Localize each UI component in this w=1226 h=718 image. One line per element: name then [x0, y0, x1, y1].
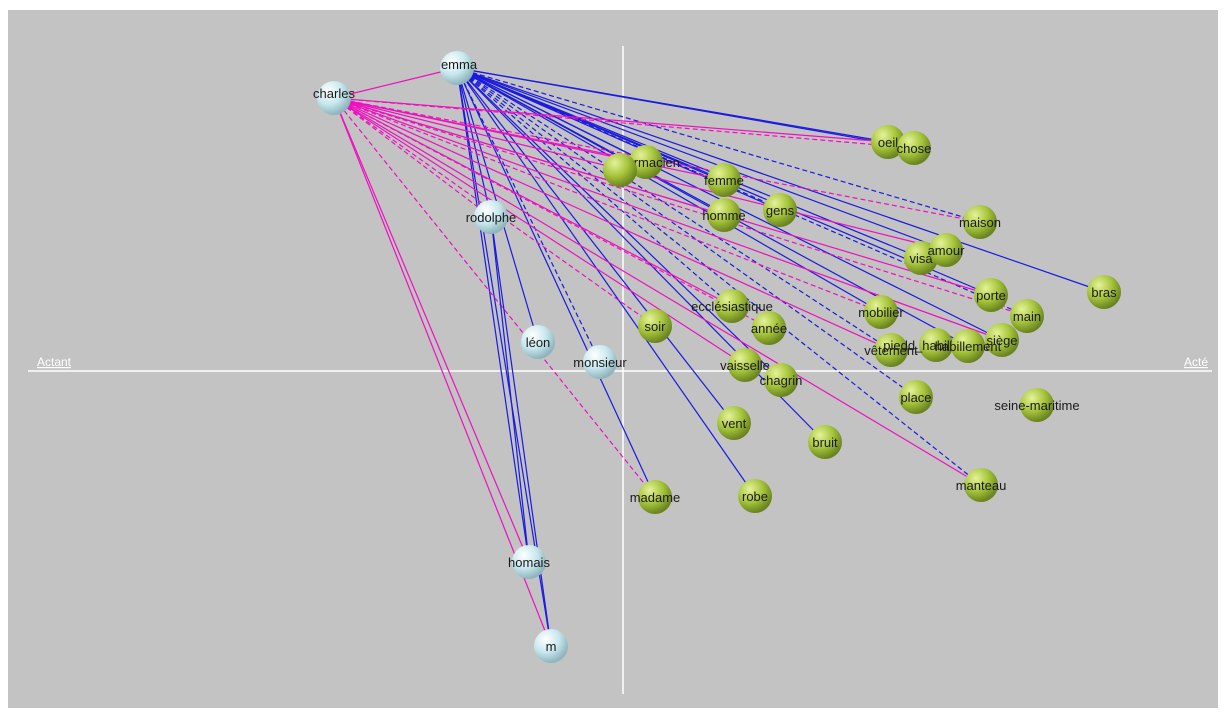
node-label: gens: [766, 203, 795, 218]
node-sphere[interactable]: [603, 153, 637, 187]
node-label: oeil: [878, 135, 898, 150]
acte-node-vent[interactable]: vent: [717, 406, 751, 440]
node-label: bruit: [812, 435, 838, 450]
actant-node-m[interactable]: m: [534, 629, 568, 663]
node-label: maison: [959, 215, 1001, 230]
node-label: femme: [704, 173, 744, 188]
node-label: homais: [508, 555, 550, 570]
node-label: année: [751, 321, 787, 336]
node-label: mobilier: [858, 305, 904, 320]
acte-node-annee[interactable]: année: [751, 311, 787, 345]
acte-node-madame[interactable]: madame: [630, 480, 681, 514]
node-label: place: [900, 390, 931, 405]
acte-node-seine_maritime[interactable]: seine-maritime: [994, 388, 1080, 422]
edge-rodolphe-m: [490, 216, 552, 647]
acte-node-mobilier[interactable]: mobilier: [858, 295, 904, 329]
acte-node-soir[interactable]: soir: [638, 309, 672, 343]
node-label: manteau: [956, 478, 1007, 493]
graph-canvas[interactable]: Actant Acté oeil chose pharmacien femme homm…: [8, 10, 1218, 708]
node-label: ecclésiastique: [691, 299, 773, 314]
axes: Actant Acté: [28, 46, 1212, 694]
node-label: chose: [897, 141, 932, 156]
axis-label-actant: Actant: [37, 355, 72, 369]
node-label: homme: [702, 208, 745, 223]
acte-node-porte[interactable]: porte: [974, 278, 1008, 312]
acte-node-manteau[interactable]: manteau: [956, 468, 1007, 502]
node-label: charles: [313, 86, 355, 101]
acte-node-gens[interactable]: gens: [763, 193, 797, 227]
axis-label-acte: Acté: [1184, 355, 1208, 369]
node-label: soir: [645, 319, 667, 334]
node-label: amour: [928, 243, 966, 258]
actant-node-monsieur[interactable]: monsieur: [573, 345, 627, 379]
actant-node-leon[interactable]: léon: [521, 325, 555, 359]
acte-node-bruit[interactable]: bruit: [808, 425, 842, 459]
node-label: vent: [722, 416, 747, 431]
node-label: seine-maritime: [994, 398, 1079, 413]
acte-node-main[interactable]: main: [1010, 299, 1044, 333]
edge-emma-visage: [456, 67, 922, 259]
actant-node-homais[interactable]: homais: [508, 545, 550, 579]
network-graph[interactable]: Actant Acté oeilchosepharmacienfemmehomm…: [8, 10, 1218, 708]
node-label: madame: [630, 490, 681, 505]
node-label: bras: [1091, 285, 1117, 300]
node-label: vaisselle: [720, 358, 770, 373]
node-label: robe: [742, 489, 768, 504]
edge-emma-bras: [456, 67, 1105, 293]
node-label: chagrin: [760, 373, 803, 388]
node-label: habillement: [935, 339, 1002, 354]
acte-node-robe[interactable]: robe: [738, 479, 772, 513]
node-label: rodolphe: [466, 210, 517, 225]
acte-node-homme[interactable]: homme: [702, 198, 746, 232]
edge-emma-madame: [456, 67, 656, 498]
node-label: monsieur: [573, 355, 627, 370]
acte-node-place[interactable]: place: [899, 380, 933, 414]
node-label: m: [546, 639, 557, 654]
node-label: emma: [441, 57, 478, 72]
node-label: porte: [976, 288, 1006, 303]
edge-charles-madame: [333, 97, 656, 498]
acte-node-pharmacien_b[interactable]: [603, 153, 637, 187]
actant-node-rodolphe[interactable]: rodolphe: [466, 200, 517, 234]
node-label: main: [1013, 309, 1041, 324]
node-label: léon: [526, 335, 551, 350]
acte-node-bras[interactable]: bras: [1087, 275, 1121, 309]
acte-node-maison[interactable]: maison: [959, 205, 1001, 239]
edges-layer: [333, 67, 1105, 647]
